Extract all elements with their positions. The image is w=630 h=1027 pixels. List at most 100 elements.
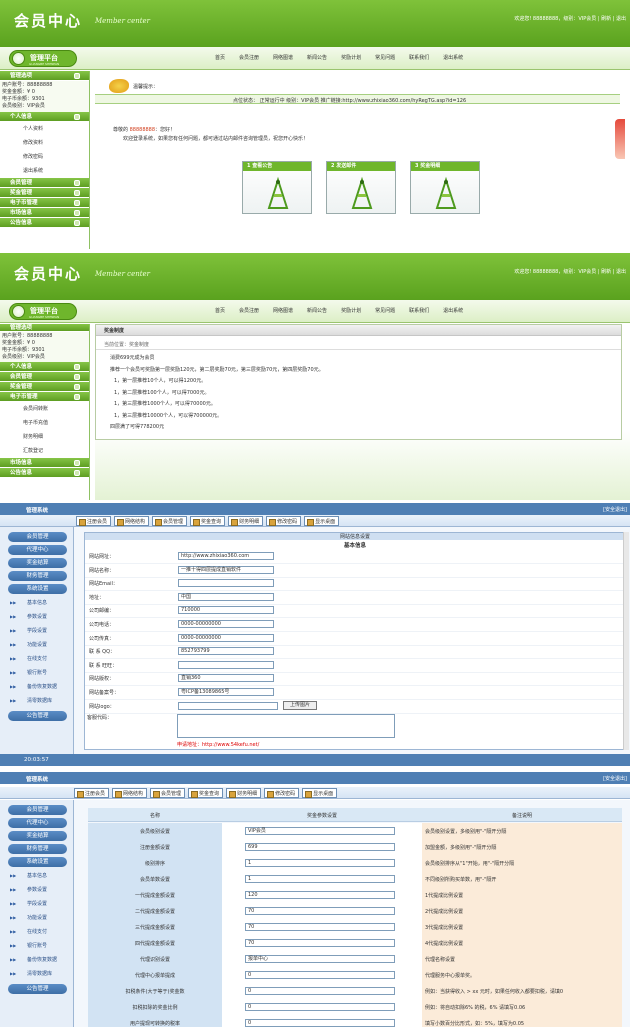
card-0[interactable]: 1 查看公告	[242, 161, 312, 214]
sys-item-6[interactable]: 备份恢复数据	[0, 953, 73, 967]
nav-item-3[interactable]: 新闻公告	[307, 54, 327, 61]
sidebar-group-personal[interactable]: 个人信息	[0, 112, 89, 122]
toolbar-button-6[interactable]: 显示桌面	[302, 788, 338, 798]
kefu-textarea[interactable]	[177, 714, 395, 738]
param-input[interactable]: 报单中心	[245, 955, 395, 963]
toolbar-button-3[interactable]: 奖金查询	[190, 516, 226, 526]
card-1[interactable]: 2 发送邮件	[326, 161, 396, 214]
param-input[interactable]: 1	[245, 859, 395, 867]
field-input-11[interactable]	[178, 701, 278, 710]
sys-item-5[interactable]: 银行账号	[0, 666, 73, 680]
personal-item-2[interactable]: 修改密码	[0, 150, 89, 164]
param-input[interactable]: 70	[245, 907, 395, 915]
group-2[interactable]: 奖金结算	[8, 558, 67, 568]
toolbar-button-0[interactable]: 注册会员	[74, 788, 110, 798]
param-input[interactable]: 120	[245, 891, 395, 899]
sys-item-6[interactable]: 备份恢复数据	[0, 680, 73, 694]
sys-item-7[interactable]: 清零数据库	[0, 694, 73, 708]
sidebar-group-a-0[interactable]: 会员管理	[0, 178, 89, 188]
personal-item-0[interactable]: 个人资料	[0, 122, 89, 136]
nav-item-0[interactable]: 首页	[215, 54, 225, 61]
nav-item-3[interactable]: 新闻公告	[307, 307, 327, 314]
nav-item-1[interactable]: 会员注册	[239, 307, 259, 314]
sys-item-5[interactable]: 银行账号	[0, 939, 73, 953]
toolbar-button-1[interactable]: 网络结构	[114, 516, 150, 526]
ecash-item-0[interactable]: 会员间转账	[0, 402, 89, 416]
field-input-3[interactable]: 中国	[178, 592, 274, 601]
toolbar-button-5[interactable]: 修改密码	[266, 516, 302, 526]
nav-item-5[interactable]: 常见问题	[375, 54, 395, 61]
nav-item-2[interactable]: 网络图谱	[273, 54, 293, 61]
nav-item-7[interactable]: 退出系统	[443, 307, 463, 314]
sys-item-2[interactable]: 学段设置	[0, 624, 73, 638]
toolbar-button-1[interactable]: 网络结构	[112, 788, 148, 798]
sidebar-group-b-1[interactable]: 会员管理	[0, 372, 89, 382]
logout-link[interactable]: [安全退出]	[603, 506, 627, 513]
sys-item-4[interactable]: 在线支付	[0, 925, 73, 939]
sidebar-group-b-2[interactable]: 奖金管理	[0, 382, 89, 392]
sys-item-4[interactable]: 在线支付	[0, 652, 73, 666]
sys-item-0[interactable]: 基本信息	[0, 869, 73, 883]
upload-button[interactable]: 上传图片	[283, 701, 317, 710]
param-input[interactable]: 0	[245, 987, 395, 995]
toolbar-button-4[interactable]: 财务明细	[226, 788, 262, 798]
param-input[interactable]: 1	[245, 875, 395, 883]
group-2[interactable]: 奖金结算	[8, 831, 67, 841]
personal-item-1[interactable]: 修改资料	[0, 136, 89, 150]
ecash-item-2[interactable]: 财务明细	[0, 430, 89, 444]
toolbar-button-6[interactable]: 显示桌面	[304, 516, 340, 526]
nav-item-6[interactable]: 联系我们	[409, 54, 429, 61]
sys-item-2[interactable]: 学段设置	[0, 897, 73, 911]
group-4[interactable]: 系统设置	[8, 857, 67, 867]
welcome-text-2[interactable]: 欢迎您! 88888888，级别：VIP会员 | 刷新 | 退出	[514, 268, 626, 275]
sidebar-group-options[interactable]: 管理选项	[0, 71, 89, 81]
field-input-0[interactable]: http://www.zhixiao360.com	[178, 552, 274, 560]
sidebar-group-options-2[interactable]: 管理选项	[0, 324, 89, 332]
nav-item-0[interactable]: 首页	[215, 307, 225, 314]
param-input[interactable]: 0	[245, 1003, 395, 1011]
kefu-note[interactable]: 申请地址：http://www.54kefu.net/	[177, 741, 259, 748]
logout-link-2[interactable]: [安全退出]	[603, 775, 627, 782]
field-input-10[interactable]: 粤ICP备13089865号	[178, 688, 274, 696]
group-3[interactable]: 财务管理	[8, 844, 67, 854]
nav-item-7[interactable]: 退出系统	[443, 54, 463, 61]
field-input-6[interactable]: 0000-00000000	[178, 633, 274, 642]
param-input[interactable]: 0	[245, 971, 395, 979]
nav-item-4[interactable]: 奖励计划	[341, 307, 361, 314]
toolbar-button-2[interactable]: 会员管理	[152, 516, 188, 526]
toolbar-button-0[interactable]: 注册会员	[76, 516, 112, 526]
group-0[interactable]: 会员管理	[8, 532, 67, 542]
nav-item-1[interactable]: 会员注册	[239, 54, 259, 61]
sys-item-3[interactable]: 功能设置	[0, 638, 73, 652]
group-0[interactable]: 会员管理	[8, 805, 67, 815]
param-input[interactable]: 70	[245, 939, 395, 947]
field-input-5[interactable]: 0000-00000000	[178, 620, 274, 628]
group-notice[interactable]: 公告管理	[8, 711, 67, 721]
field-input-9[interactable]: 直销360	[178, 674, 274, 683]
field-input-1[interactable]: 一推十得四层提成直销软件	[178, 565, 274, 574]
sys-item-1[interactable]: 参数设置	[0, 610, 73, 624]
sidebar-group-a-2[interactable]: 电子币管理	[0, 198, 89, 208]
sys-item-1[interactable]: 参数设置	[0, 883, 73, 897]
sidebar-group-c-0[interactable]: 市场信息	[0, 458, 89, 468]
nav-item-4[interactable]: 奖励计划	[341, 54, 361, 61]
field-input-8[interactable]	[178, 660, 274, 669]
sidebar-group-a-4[interactable]: 公告信息	[0, 218, 89, 228]
sidebar-group-c-1[interactable]: 公告信息	[0, 468, 89, 478]
sidebar-group-a-1[interactable]: 奖金管理	[0, 188, 89, 198]
group-3[interactable]: 财务管理	[8, 571, 67, 581]
welcome-text[interactable]: 欢迎您! 88888888，级别：VIP会员 | 刷新 | 退出	[514, 15, 626, 22]
sys-item-0[interactable]: 基本信息	[0, 596, 73, 610]
field-input-2[interactable]	[178, 579, 274, 588]
sys-item-3[interactable]: 功能设置	[0, 911, 73, 925]
param-input[interactable]: 70	[245, 923, 395, 931]
group-1[interactable]: 代理中心	[8, 818, 67, 828]
card-2[interactable]: 3 奖金明细	[410, 161, 480, 214]
param-input[interactable]: 699	[245, 843, 395, 851]
sidebar-group-b-0[interactable]: 个人信息	[0, 362, 89, 372]
nav-item-6[interactable]: 联系我们	[409, 307, 429, 314]
toolbar-button-2[interactable]: 会员管理	[150, 788, 186, 798]
field-input-7[interactable]: 852793799	[178, 647, 274, 656]
toolbar-button-4[interactable]: 财务明细	[228, 516, 264, 526]
personal-item-3[interactable]: 退出系统	[0, 164, 89, 178]
